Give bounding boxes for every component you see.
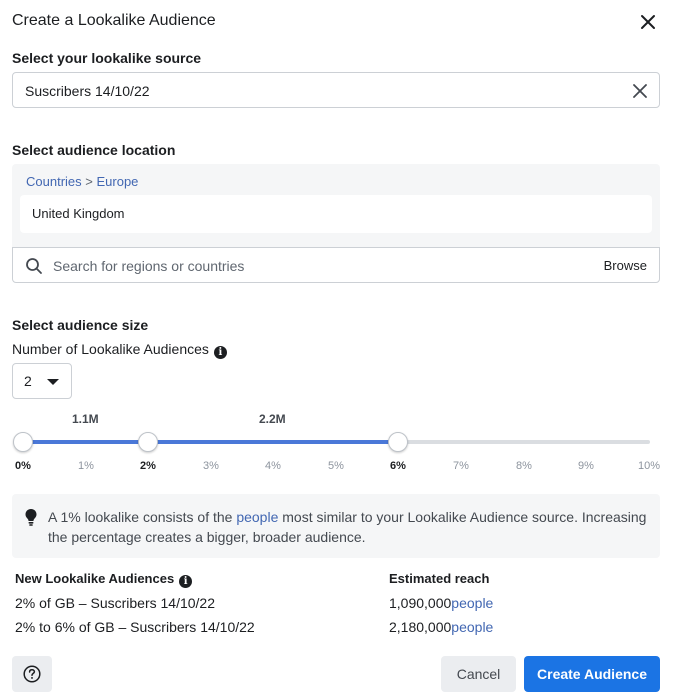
slider-thumb-middle[interactable]: [138, 432, 158, 452]
tick-6: 6%: [390, 460, 406, 472]
estimated-reach-header: Estimated reach: [389, 571, 490, 586]
help-button[interactable]: [12, 656, 52, 692]
info-icon[interactable]: i: [179, 575, 193, 588]
reach-value: 2,180,000: [389, 619, 452, 635]
breadcrumb-countries[interactable]: Countries: [26, 174, 82, 189]
tick-5: 5%: [328, 460, 344, 472]
audience-row-2-name: 2% to 6% of GB – Suscribers 14/10/22: [15, 619, 255, 635]
reach-people-link[interactable]: people: [451, 619, 493, 635]
tick-9: 9%: [578, 460, 594, 472]
location-search-field[interactable]: Search for regions or countries Browse: [12, 247, 660, 283]
create-audience-button[interactable]: Create Audience: [524, 656, 660, 692]
selected-country-item[interactable]: United Kingdom: [20, 195, 652, 233]
new-audiences-header-text: New Lookalike Audiences: [15, 571, 175, 586]
reach-mark-2: 2.2M: [259, 412, 286, 426]
source-field[interactable]: Suscribers 14/10/22: [12, 72, 660, 108]
reach-mark-1: 1.1M: [72, 412, 99, 426]
tick-2: 2%: [140, 460, 156, 472]
lightbulb-icon: [24, 508, 38, 526]
cancel-button[interactable]: Cancel: [441, 656, 516, 692]
tip-people-link[interactable]: people: [236, 509, 278, 525]
tick-4: 4%: [265, 460, 281, 472]
audience-row-1-reach: 1,090,000people: [389, 595, 493, 611]
reach-value: 1,090,000: [389, 595, 452, 611]
dialog-title: Create a Lookalike Audience: [12, 12, 216, 29]
clear-icon[interactable]: [631, 82, 649, 100]
source-label: Select your lookalike source: [12, 50, 202, 66]
tick-0: 0%: [15, 460, 31, 472]
tick-10: 10%: [637, 460, 661, 472]
slider-thumb-start[interactable]: [13, 432, 33, 452]
number-of-audiences-select[interactable]: 2: [12, 363, 72, 399]
caret-down-icon: [47, 379, 59, 385]
number-of-audiences-text: Number of Lookalike Audiences: [12, 341, 209, 357]
audience-row-1-name: 2% of GB – Suscribers 14/10/22: [15, 595, 215, 611]
slider-thumb-end[interactable]: [388, 432, 408, 452]
new-audiences-header: New Lookalike Audiences i: [15, 571, 193, 588]
selected-country-label: United Kingdom: [32, 206, 125, 221]
number-of-audiences-label: Number of Lookalike Audiences i: [12, 341, 227, 359]
tick-8: 8%: [516, 460, 532, 472]
browse-button[interactable]: Browse: [604, 258, 647, 273]
reach-people-link[interactable]: people: [451, 595, 493, 611]
breadcrumb-separator: >: [85, 174, 93, 189]
source-value: Suscribers 14/10/22: [25, 83, 150, 99]
location-box: Countries > Europe United Kingdom: [12, 164, 660, 248]
search-icon: [25, 257, 43, 275]
tip-box: A 1% lookalike consists of the people mo…: [12, 494, 660, 558]
close-icon[interactable]: [636, 10, 660, 34]
size-label: Select audience size: [12, 317, 149, 333]
search-placeholder: Search for regions or countries: [53, 258, 245, 274]
audience-row-2-reach: 2,180,000people: [389, 619, 493, 635]
tip-text: A 1% lookalike consists of the people mo…: [48, 507, 658, 547]
slider-fill: [22, 440, 398, 444]
location-label: Select audience location: [12, 142, 176, 158]
tick-3: 3%: [203, 460, 219, 472]
breadcrumb: Countries > Europe: [26, 174, 138, 189]
info-icon[interactable]: i: [213, 346, 227, 359]
question-icon: [23, 665, 41, 683]
breadcrumb-region[interactable]: Europe: [96, 174, 138, 189]
tick-7: 7%: [453, 460, 469, 472]
tick-1: 1%: [78, 460, 94, 472]
tip-prefix: A 1% lookalike consists of the: [48, 509, 237, 525]
number-of-audiences-value: 2: [24, 373, 32, 389]
